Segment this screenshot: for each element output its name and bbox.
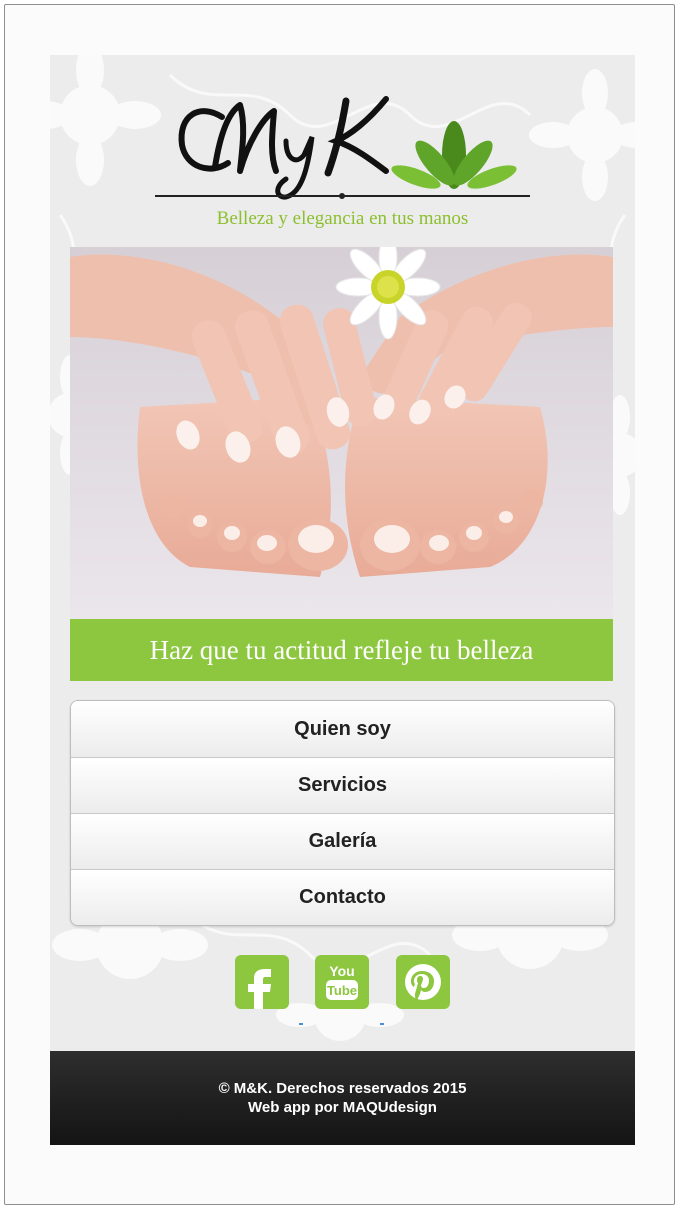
- hero-image: [70, 247, 613, 619]
- menu-item-contacto[interactable]: Contacto: [71, 869, 614, 925]
- web-app-page: Belleza y elegancia en tus manos Haz que…: [50, 55, 635, 1145]
- menu-item-galeria[interactable]: Galería: [71, 813, 614, 869]
- youtube-bottom-text: Tube: [327, 983, 357, 998]
- facebook-icon: [248, 969, 271, 1009]
- site-footer: © M&K. Derechos reservados 2015 Web app …: [50, 1051, 635, 1145]
- youtube-button[interactable]: You Tube: [315, 955, 369, 1009]
- facebook-button[interactable]: [235, 955, 289, 1009]
- credit-text: Web app por MAQUdesign: [248, 1099, 437, 1116]
- slogan-text: Haz que tu actitud refleje tu belleza: [149, 634, 534, 665]
- site-header: Belleza y elegancia en tus manos: [50, 55, 635, 247]
- youtube-top-text: You: [329, 963, 354, 979]
- slogan-banner: Haz que tu actitud refleje tu belleza: [70, 619, 613, 681]
- pinterest-button[interactable]: [396, 955, 450, 1009]
- tagline: Belleza y elegancia en tus manos: [216, 208, 469, 229]
- menu-item-quien-soy[interactable]: Quien soy: [71, 701, 614, 757]
- myk-logo: [155, 96, 530, 200]
- main-menu: Quien soy Servicios Galería Contacto: [70, 700, 615, 926]
- social-links: You Tube: [50, 955, 635, 1015]
- youtube-icon: You Tube: [326, 963, 358, 1000]
- menu-item-servicios[interactable]: Servicios: [71, 757, 614, 813]
- pinterest-icon: [405, 964, 441, 1000]
- copyright-text: © M&K. Derechos reservados 2015: [218, 1080, 467, 1097]
- link-underline: [299, 1023, 303, 1025]
- link-underline: [380, 1023, 384, 1025]
